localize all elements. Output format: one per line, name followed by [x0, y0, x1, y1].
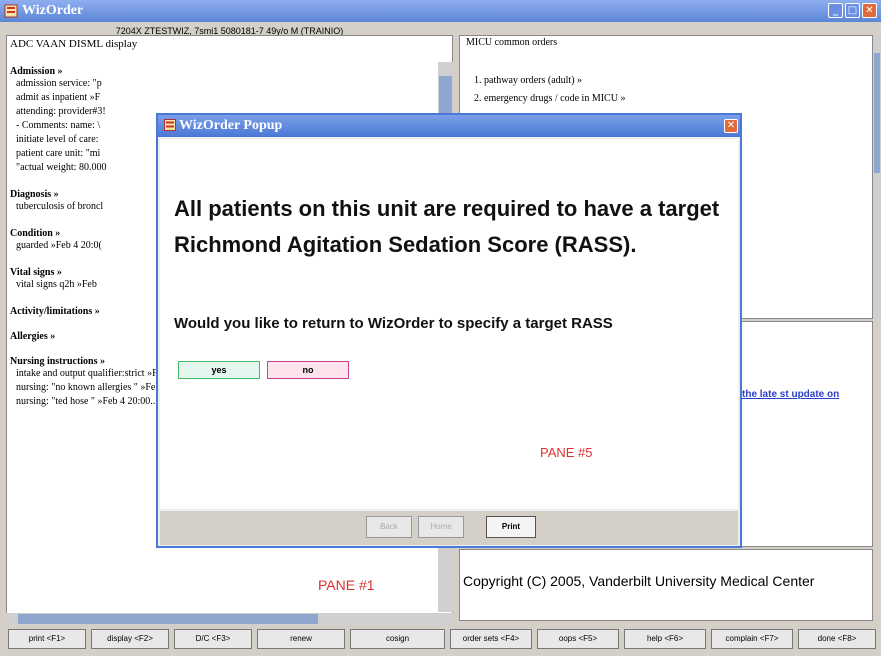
- display-button[interactable]: display <F2>: [91, 629, 169, 649]
- list-item[interactable]: 2. emergency drugs / code in MICU »: [474, 90, 625, 108]
- app-icon: [164, 119, 176, 131]
- window-title: WizOrder: [22, 3, 84, 18]
- cosign-button[interactable]: cosign: [350, 629, 445, 649]
- popup-print-button[interactable]: Print: [486, 516, 536, 538]
- order-line[interactable]: admission service: "p: [10, 77, 436, 91]
- close-icon[interactable]: ✕: [862, 3, 877, 18]
- common-orders-list: 1. pathway orders (adult) » 2. emergency…: [474, 72, 625, 108]
- home-button[interactable]: Home: [418, 516, 464, 538]
- left-horizontal-scrollbar[interactable]: [6, 613, 453, 625]
- scroll-thumb[interactable]: [18, 614, 318, 624]
- minimize-icon[interactable]: _: [828, 3, 843, 18]
- dc-button[interactable]: D/C <F3>: [174, 629, 252, 649]
- popup-question: Would you like to return to WizOrder to …: [174, 315, 613, 332]
- popup-title-bar: WizOrder Popup ✕: [158, 115, 740, 137]
- display-title: ADC VAAN DISML display: [10, 38, 138, 50]
- no-button[interactable]: no: [267, 361, 349, 379]
- popup-message: All patients on this unit are required t…: [174, 196, 720, 257]
- popup-title: WizOrder Popup: [179, 118, 283, 133]
- latest-update-link[interactable]: the late st update on: [742, 389, 839, 400]
- yes-button[interactable]: yes: [178, 361, 260, 379]
- done-button[interactable]: done <F8>: [798, 629, 876, 649]
- order-sets-button[interactable]: order sets <F4>: [450, 629, 532, 649]
- right-vertical-scrollbar[interactable]: [873, 35, 881, 319]
- copyright-text: Copyright (C) 2005, Vanderbilt Universit…: [463, 573, 815, 589]
- maximize-icon[interactable]: □: [845, 3, 860, 18]
- scroll-thumb[interactable]: [874, 53, 880, 173]
- wizorder-window: WizOrder _ □ ✕ 7204X ZTESTWIZ, 7smi1 508…: [0, 0, 881, 656]
- order-line[interactable]: admit as inpatient »F: [10, 91, 436, 105]
- oops-button[interactable]: oops <F5>: [537, 629, 619, 649]
- complain-button[interactable]: complain <F7>: [711, 629, 793, 649]
- common-orders-title: MICU common orders: [466, 37, 558, 48]
- app-icon: [4, 4, 18, 18]
- pane-1-label: PANE #1: [318, 577, 375, 593]
- close-icon[interactable]: ✕: [724, 119, 738, 133]
- title-bar: WizOrder _ □ ✕: [0, 0, 881, 22]
- list-item[interactable]: 1. pathway orders (adult) »: [474, 72, 625, 90]
- pane-5-label: PANE #5: [540, 445, 593, 460]
- back-button[interactable]: Back: [366, 516, 412, 538]
- popup-body: All patients on this unit are required t…: [160, 139, 738, 509]
- renew-button[interactable]: renew: [257, 629, 345, 649]
- wizorder-popup: WizOrder Popup ✕ All patients on this un…: [156, 113, 742, 548]
- help-button[interactable]: help <F6>: [624, 629, 706, 649]
- print-button[interactable]: print <F1>: [8, 629, 86, 649]
- section-heading[interactable]: Admission »: [10, 66, 436, 77]
